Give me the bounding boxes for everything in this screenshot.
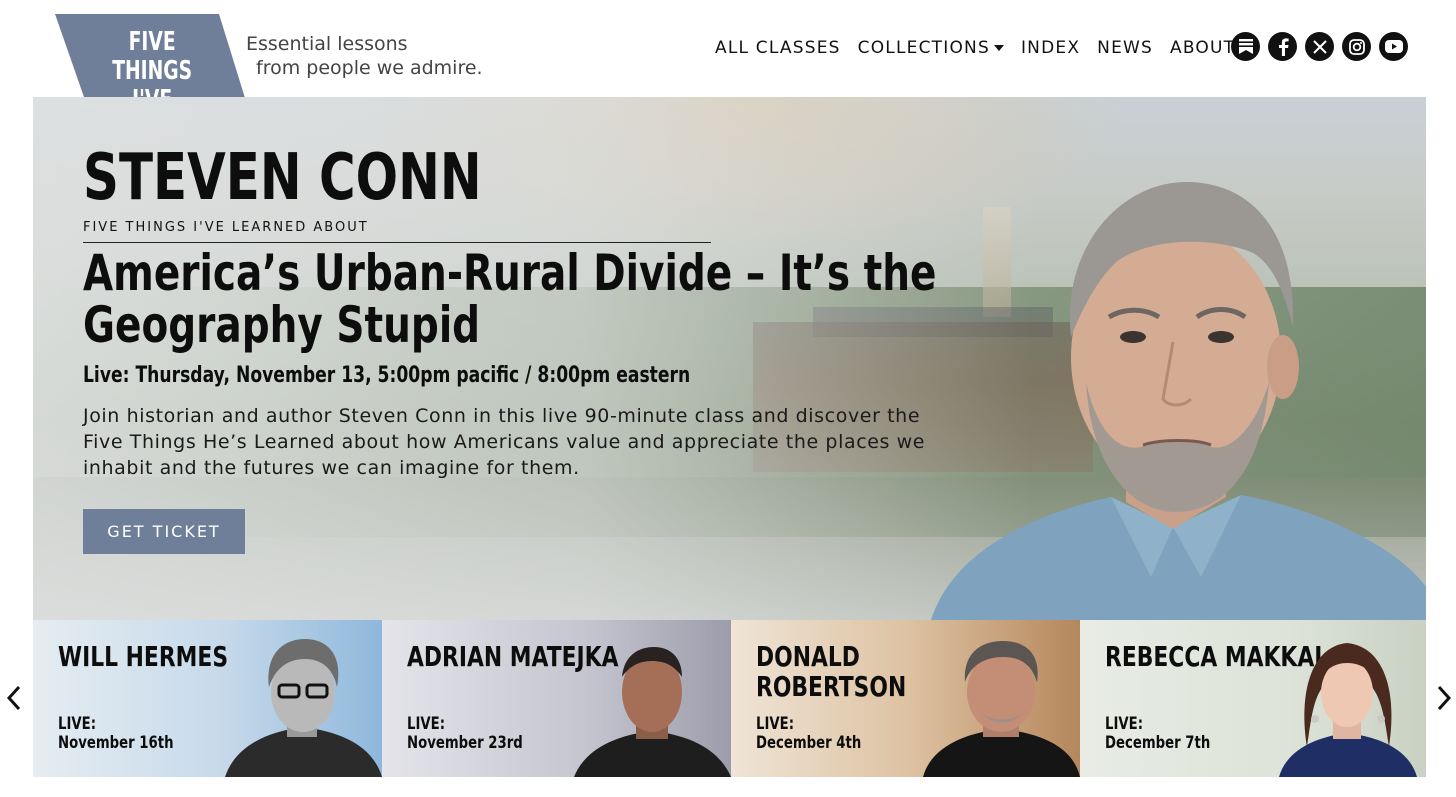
carousel-next-arrow[interactable] <box>1433 683 1455 713</box>
class-card[interactable]: DONALD ROBERTSON LIVE: December 4th <box>731 620 1080 777</box>
nav-all-classes[interactable]: ALL CLASSES <box>715 36 841 60</box>
card-date: November 16th <box>58 733 174 753</box>
get-ticket-button[interactable]: GET TICKET <box>83 509 245 554</box>
caret-down-icon <box>993 45 1004 51</box>
upcoming-classes-carousel: WILL HERMES LIVE: November 16th ADRIAN M… <box>33 620 1426 777</box>
host-photo <box>574 647 731 777</box>
social-links <box>1231 32 1408 61</box>
class-card[interactable]: WILL HERMES LIVE: November 16th <box>33 620 382 777</box>
nav-news[interactable]: NEWS <box>1097 36 1153 60</box>
youtube-icon[interactable] <box>1379 32 1408 61</box>
main-nav: ALL CLASSES COLLECTIONS INDEX NEWS ABOUT <box>715 36 1252 60</box>
tagline-line-1: Essential lessons <box>246 33 408 55</box>
tagline-line-2: from people we admire. <box>256 57 483 79</box>
class-card[interactable]: ADRIAN MATEJKA LIVE: November 23rd <box>382 620 731 777</box>
carousel-prev-arrow[interactable] <box>3 683 25 713</box>
instagram-icon[interactable] <box>1342 32 1371 61</box>
nav-about[interactable]: ABOUT <box>1170 36 1235 60</box>
logo-line-1: FIVE THINGS <box>112 27 193 86</box>
host-photo <box>923 641 1080 777</box>
chevron-left-icon <box>7 685 21 711</box>
host-name: STEVEN CONN <box>83 141 482 215</box>
kicker-divider <box>83 242 711 243</box>
card-date: December 7th <box>1105 733 1211 753</box>
live-schedule: Live: Thursday, November 13, 5:00pm paci… <box>83 363 691 388</box>
card-live-label: LIVE: <box>58 714 97 734</box>
substack-icon[interactable] <box>1231 32 1260 61</box>
card-live-label: LIVE: <box>756 714 795 734</box>
class-card[interactable]: REBECCA MAKKAI LIVE: December 7th <box>1080 620 1426 777</box>
card-date: December 4th <box>756 733 862 753</box>
card-date: November 23rd <box>407 733 523 753</box>
featured-class-hero: STEVEN CONN FIVE THINGS I'VE LEARNED ABO… <box>33 97 1426 620</box>
card-live-label: LIVE: <box>407 714 446 734</box>
class-kicker: FIVE THINGS I'VE LEARNED ABOUT <box>83 220 369 235</box>
nav-index[interactable]: INDEX <box>1021 36 1080 60</box>
class-description: Join historian and author Steven Conn in… <box>83 405 926 479</box>
chevron-right-icon <box>1437 685 1451 711</box>
x-icon[interactable] <box>1305 32 1334 61</box>
class-title: America’s Urban-Rural Divide – It’s the … <box>83 244 937 354</box>
host-photo <box>225 639 382 777</box>
nav-collections[interactable]: COLLECTIONS <box>858 36 1004 60</box>
nav-collections-label: COLLECTIONS <box>857 38 990 58</box>
host-portrait <box>931 182 1426 620</box>
card-live-label: LIVE: <box>1105 714 1144 734</box>
site-tagline: Essential lessons from people we admire. <box>246 32 483 80</box>
facebook-icon[interactable] <box>1268 32 1297 61</box>
host-photo <box>1279 643 1417 777</box>
